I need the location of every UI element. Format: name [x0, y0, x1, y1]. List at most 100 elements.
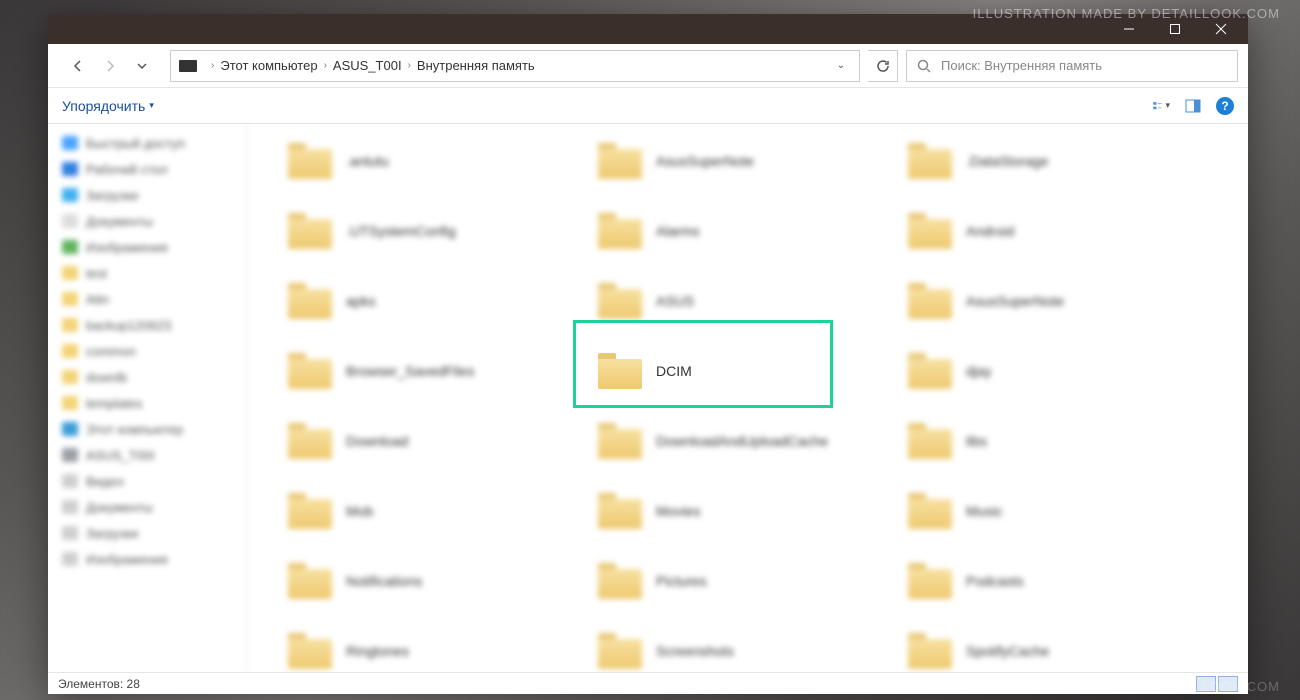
- content-area[interactable]: .antutu AsusSuperNote .DataStorage .UTSyste…: [248, 124, 1248, 672]
- folder-item[interactable]: apks: [288, 276, 578, 326]
- sidebar-item[interactable]: Attn: [48, 286, 247, 312]
- sidebar-label: backup120623: [86, 318, 171, 333]
- sidebar-icon: [62, 292, 78, 306]
- sidebar-label: Загрузки: [86, 526, 138, 541]
- chevron-down-icon: ▾: [149, 100, 154, 111]
- address-dropdown[interactable]: ⌄: [831, 60, 851, 71]
- folder-item[interactable]: .DataStorage: [908, 136, 1198, 186]
- folder-item[interactable]: Ringtones: [288, 626, 578, 672]
- sidebar-item[interactable]: Видео: [48, 468, 247, 494]
- folder-icon: [598, 563, 642, 599]
- search-placeholder: Поиск: Внутренняя память: [941, 58, 1102, 73]
- crumb-2[interactable]: Внутренняя память: [417, 58, 535, 73]
- folder-item[interactable]: Notifications: [288, 556, 578, 606]
- refresh-button[interactable]: [868, 50, 898, 82]
- folder-item[interactable]: Pictures: [598, 556, 888, 606]
- folder-label: Download: [346, 433, 408, 449]
- sidebar-item[interactable]: Документы: [48, 208, 247, 234]
- sidebar-item[interactable]: Рабочий стол: [48, 156, 247, 182]
- folder-icon: [288, 563, 332, 599]
- folder-label: Browser_SavedFiles: [346, 363, 474, 379]
- folder-icon: [908, 493, 952, 529]
- crumb-0[interactable]: Этот компьютер: [220, 58, 317, 73]
- sidebar-icon: [62, 474, 78, 488]
- sidebar-icon: [62, 266, 78, 280]
- folder-item[interactable]: .antutu: [288, 136, 578, 186]
- folder-label: Podcasts: [966, 573, 1024, 589]
- folder-icon: [288, 283, 332, 319]
- sidebar-label: ASUS_T00I: [86, 448, 155, 463]
- folder-item[interactable]: Music: [908, 486, 1198, 536]
- folder-item[interactable]: Alarms: [598, 206, 888, 256]
- sidebar-item[interactable]: Загрузки: [48, 520, 247, 546]
- folder-item[interactable]: SpotifyCache: [908, 626, 1198, 672]
- sidebar-item[interactable]: Загрузки: [48, 182, 247, 208]
- drive-icon: [179, 60, 197, 72]
- folder-icon: [908, 283, 952, 319]
- forward-button[interactable]: [96, 52, 124, 80]
- folder-item[interactable]: djay: [908, 346, 1198, 396]
- folder-icon: [908, 213, 952, 249]
- folder-item[interactable]: DownloadAndUploadCache: [598, 416, 888, 466]
- preview-pane-button[interactable]: [1184, 97, 1202, 115]
- folder-label: AsusSuperNote: [656, 153, 754, 169]
- sidebar-item[interactable]: Этот компьютер: [48, 416, 247, 442]
- folder-icon: [598, 143, 642, 179]
- folder-item[interactable]: Podcasts: [908, 556, 1198, 606]
- sidebar-item[interactable]: Изображения: [48, 546, 247, 572]
- folder-item[interactable]: AsusSuperNote: [908, 276, 1198, 326]
- sidebar-icon: [62, 344, 78, 358]
- sidebar-label: Загрузки: [86, 188, 138, 203]
- folder-icon: [288, 213, 332, 249]
- folder-item[interactable]: Android: [908, 206, 1198, 256]
- folder-label: djay: [966, 363, 992, 379]
- folder-icon: [598, 423, 642, 459]
- address-bar[interactable]: › Этот компьютер › ASUS_T00I › Внутрення…: [170, 50, 860, 82]
- folder-item[interactable]: libs: [908, 416, 1198, 466]
- toolbar: Упорядочить▾ ▾ ?: [48, 88, 1248, 124]
- folder-item[interactable]: Movies: [598, 486, 888, 536]
- folder-icon: [598, 633, 642, 669]
- back-button[interactable]: [64, 52, 92, 80]
- search-input[interactable]: Поиск: Внутренняя память: [906, 50, 1238, 82]
- crumb-1[interactable]: ASUS_T00I: [333, 58, 402, 73]
- help-button[interactable]: ?: [1216, 97, 1234, 115]
- folder-label: Music: [966, 503, 1003, 519]
- folder-icon: [908, 143, 952, 179]
- folder-item[interactable]: ASUS: [598, 276, 888, 326]
- sidebar-item[interactable]: Быстрый доступ: [48, 130, 247, 156]
- folder-item[interactable]: AsusSuperNote: [598, 136, 888, 186]
- sidebar-item[interactable]: common: [48, 338, 247, 364]
- watermark-top: ILLUSTRATION MADE BY DETAILLOOK.COM: [973, 6, 1280, 21]
- folder-item[interactable]: DCIM: [598, 346, 888, 396]
- folder-label: AsusSuperNote: [966, 293, 1064, 309]
- folder-label: Pictures: [656, 573, 707, 589]
- search-icon: [917, 59, 931, 73]
- sidebar-item[interactable]: ASUS_T00I: [48, 442, 247, 468]
- folder-icon: [288, 493, 332, 529]
- folder-item[interactable]: Mob: [288, 486, 578, 536]
- sidebar-icon: [62, 396, 78, 410]
- folder-label: Ringtones: [346, 643, 409, 659]
- folder-item[interactable]: Download: [288, 416, 578, 466]
- folder-label: DownloadAndUploadCache: [656, 433, 828, 449]
- folder-label: Notifications: [346, 573, 422, 589]
- sidebar-item[interactable]: backup120623: [48, 312, 247, 338]
- folder-item[interactable]: Browser_SavedFiles: [288, 346, 578, 396]
- folder-item[interactable]: .UTSystemConfig: [288, 206, 578, 256]
- view-options-button[interactable]: ▾: [1152, 97, 1170, 115]
- status-text: Элементов: 28: [58, 677, 140, 691]
- sidebar[interactable]: Быстрый доступ Рабочий стол Загрузки Докуме…: [48, 124, 248, 672]
- sidebar-label: common: [86, 344, 136, 359]
- history-dropdown[interactable]: [128, 52, 156, 80]
- folder-label: DCIM: [656, 363, 692, 379]
- organize-menu[interactable]: Упорядочить▾: [62, 98, 154, 114]
- sidebar-item[interactable]: Изображения: [48, 234, 247, 260]
- folder-label: Alarms: [656, 223, 700, 239]
- folder-item[interactable]: Screenshots: [598, 626, 888, 672]
- sidebar-item[interactable]: templates: [48, 390, 247, 416]
- sidebar-label: Быстрый доступ: [86, 136, 185, 151]
- sidebar-item[interactable]: test: [48, 260, 247, 286]
- sidebar-item[interactable]: Документы: [48, 494, 247, 520]
- sidebar-item[interactable]: downlb: [48, 364, 247, 390]
